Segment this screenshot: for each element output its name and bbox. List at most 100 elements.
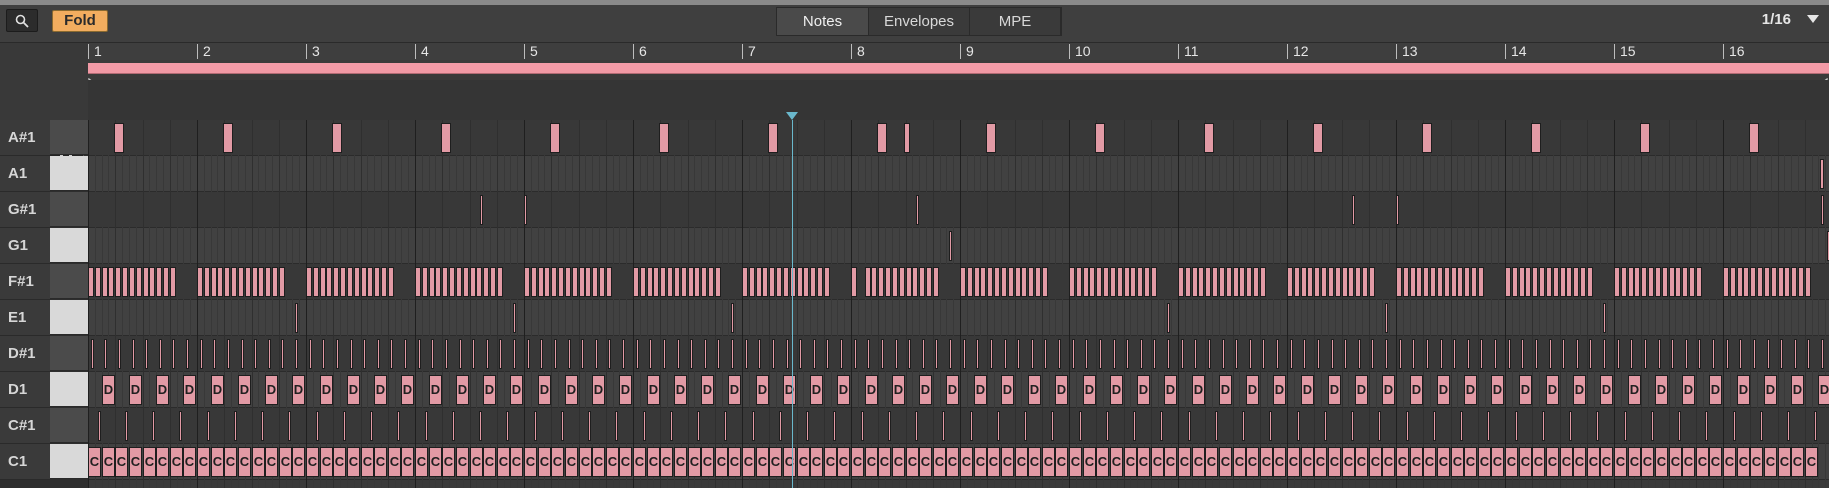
midi-note[interactable] <box>1624 411 1627 441</box>
midi-note[interactable] <box>1351 411 1354 441</box>
midi-note[interactable] <box>1749 123 1759 153</box>
midi-note[interactable]: C <box>292 447 305 477</box>
midi-note[interactable]: C <box>1042 447 1055 477</box>
midi-note[interactable]: D <box>565 375 578 405</box>
midi-note[interactable]: C <box>415 447 428 477</box>
midi-note[interactable]: C <box>88 447 101 477</box>
midi-note[interactable] <box>1262 339 1265 369</box>
midi-note[interactable]: C <box>156 447 169 477</box>
midi-note[interactable] <box>186 339 189 369</box>
midi-note[interactable] <box>1614 267 1620 297</box>
midi-note[interactable] <box>659 123 669 153</box>
midi-note[interactable] <box>1539 267 1545 297</box>
midi-note[interactable]: D <box>211 375 224 405</box>
midi-note[interactable] <box>1004 339 1007 369</box>
midi-note[interactable]: C <box>1342 447 1355 477</box>
midi-note[interactable] <box>132 339 135 369</box>
midi-note[interactable] <box>163 267 169 297</box>
midi-note[interactable] <box>592 267 598 297</box>
midi-note[interactable] <box>1385 303 1388 333</box>
midi-note[interactable]: D <box>1028 375 1041 405</box>
midi-note[interactable] <box>987 267 993 297</box>
midi-note[interactable] <box>1371 339 1374 369</box>
midi-note[interactable]: C <box>851 447 864 477</box>
midi-note[interactable] <box>435 267 441 297</box>
midi-note[interactable] <box>1440 339 1443 369</box>
midi-note[interactable] <box>1603 339 1606 369</box>
midi-note[interactable]: C <box>783 447 796 477</box>
midi-note[interactable] <box>472 339 475 369</box>
midi-note[interactable]: D <box>1110 375 1123 405</box>
piano-key[interactable] <box>50 372 88 407</box>
midi-note[interactable] <box>1242 411 1245 441</box>
midi-note[interactable]: D <box>837 375 850 405</box>
midi-note[interactable] <box>1089 267 1095 297</box>
midi-note[interactable] <box>994 267 1000 297</box>
midi-note[interactable]: C <box>837 447 850 477</box>
midi-note[interactable]: C <box>1423 447 1436 477</box>
midi-note[interactable] <box>745 339 748 369</box>
midi-note[interactable]: C <box>1246 447 1259 477</box>
midi-note[interactable] <box>261 411 264 441</box>
tab-notes[interactable]: Notes <box>777 8 869 35</box>
midi-note[interactable]: D <box>1001 375 1014 405</box>
midi-note[interactable] <box>926 267 932 297</box>
midi-note[interactable] <box>1705 411 1708 441</box>
midi-note[interactable]: D <box>456 375 469 405</box>
midi-note[interactable] <box>1215 411 1218 441</box>
midi-note[interactable]: C <box>756 447 769 477</box>
midi-note[interactable] <box>418 339 421 369</box>
midi-note[interactable] <box>1814 411 1817 441</box>
midi-note[interactable] <box>640 267 646 297</box>
midi-note[interactable] <box>227 339 230 369</box>
midi-note[interactable]: C <box>810 447 823 477</box>
midi-note[interactable] <box>1153 339 1156 369</box>
midi-note[interactable]: D <box>1164 375 1177 405</box>
midi-note[interactable]: C <box>1464 447 1477 477</box>
midi-note[interactable] <box>1008 267 1014 297</box>
midi-note[interactable]: D <box>429 375 442 405</box>
midi-note[interactable] <box>899 267 905 297</box>
midi-note[interactable]: C <box>470 447 483 477</box>
midi-note[interactable] <box>550 123 560 153</box>
midi-note[interactable] <box>904 123 910 153</box>
midi-note[interactable] <box>115 267 121 297</box>
midi-note[interactable] <box>561 411 564 441</box>
midi-note[interactable]: C <box>252 447 265 477</box>
midi-note[interactable] <box>1188 411 1191 441</box>
midi-note[interactable] <box>544 267 550 297</box>
midi-note[interactable] <box>1069 267 1075 297</box>
midi-note[interactable] <box>524 267 530 297</box>
midi-note[interactable] <box>114 123 124 153</box>
midi-note[interactable] <box>1403 267 1409 297</box>
midi-note[interactable]: D <box>538 375 551 405</box>
midi-note[interactable] <box>1355 267 1361 297</box>
midi-note[interactable] <box>1249 339 1252 369</box>
midi-note[interactable] <box>1314 267 1320 297</box>
midi-note[interactable] <box>370 411 373 441</box>
midi-note[interactable] <box>694 267 700 297</box>
midi-note[interactable]: D <box>1600 375 1613 405</box>
midi-note[interactable] <box>551 267 557 297</box>
midi-note[interactable] <box>1126 339 1129 369</box>
midi-note[interactable]: D <box>1055 375 1068 405</box>
midi-note[interactable] <box>824 267 830 297</box>
midi-note[interactable] <box>354 267 360 297</box>
midi-note[interactable] <box>790 267 796 297</box>
midi-note[interactable] <box>1324 411 1327 441</box>
midi-note[interactable] <box>653 267 659 297</box>
midi-note[interactable] <box>1562 339 1565 369</box>
midi-note[interactable] <box>817 267 823 297</box>
midi-note[interactable] <box>854 339 857 369</box>
midi-note[interactable] <box>1042 267 1048 297</box>
midi-note[interactable] <box>1433 411 1436 441</box>
midi-note[interactable]: D <box>1273 375 1286 405</box>
midi-note[interactable] <box>1576 339 1579 369</box>
midi-note[interactable] <box>145 339 148 369</box>
midi-note[interactable] <box>895 339 898 369</box>
midi-note[interactable] <box>506 411 509 441</box>
midi-note[interactable] <box>377 339 380 369</box>
midi-note[interactable]: C <box>715 447 728 477</box>
midi-note[interactable]: D <box>1328 375 1341 405</box>
midi-note[interactable] <box>1095 123 1105 153</box>
